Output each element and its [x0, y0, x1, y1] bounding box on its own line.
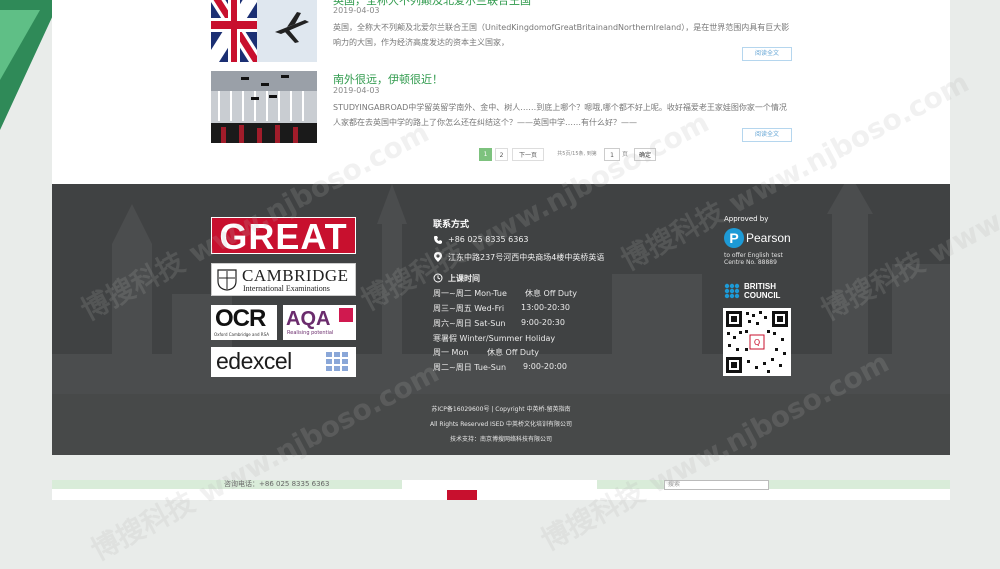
footer-copyright: All Rights Reserved ISED 中英桥文化培训有限公司: [430, 421, 572, 428]
svg-text:Q: Q: [754, 338, 760, 347]
graduation-caps-image: [211, 71, 317, 143]
site-logo[interactable]: [447, 490, 477, 500]
hours-title: 上课时间: [448, 274, 480, 283]
contact-title: 联系方式: [433, 220, 470, 230]
edexcel-grid-icon: [326, 352, 348, 371]
location-pin-icon: [434, 252, 442, 262]
next-page-button[interactable]: 下一页: [512, 148, 544, 161]
hours-day: 寒暑假 Winter/Summer Holiday: [433, 334, 556, 343]
edexcel-logo: edexcel: [211, 347, 356, 377]
approved-by-label: Approved by: [724, 215, 769, 223]
article-list-panel: 英国，全称大不列颠及北爱尔兰联合王国 2019-04-03 英国，全称大不列颠及…: [52, 0, 950, 184]
confirm-button[interactable]: 确定: [634, 148, 656, 161]
page-1-button[interactable]: 1: [479, 148, 492, 161]
article-date: 2019-04-03: [333, 6, 380, 15]
hours-time: 13:00-20:30: [521, 303, 570, 312]
aqa-logo-text: AQA: [286, 308, 331, 330]
contact-phone[interactable]: +86 025 8335 6363: [448, 235, 529, 244]
read-more-button[interactable]: 阅读全文: [742, 47, 792, 61]
article-title[interactable]: 南外很远，伊顿很近！: [333, 71, 443, 87]
article-summary: 英国，全称大不列颠及北爱尔兰联合王国（UnitedKingdomofGreatB…: [333, 23, 790, 47]
article-thumbnail[interactable]: [211, 0, 317, 62]
cambridge-logo: CAMBRIDGE International Examinations: [211, 263, 356, 296]
cambridge-crest-icon: [217, 269, 237, 291]
contact-section: 联系方式 +86 025 8335 6363 江东中路237号河西中央商场4楼中…: [433, 217, 673, 372]
hours-day: 周一 Mon: [433, 348, 469, 357]
read-more-button[interactable]: 阅读全文: [742, 128, 792, 142]
cambridge-logo-subtext: International Examinations: [243, 284, 330, 293]
wechat-qr-code[interactable]: Q: [723, 308, 791, 376]
light-green-corner-decoration: [0, 10, 40, 80]
british-council-text: BRITISH COUNCIL: [744, 282, 781, 300]
article-date: 2019-04-03: [333, 86, 380, 95]
header-bar-right: [597, 480, 950, 489]
great-britain-logo: GREAT: [211, 217, 356, 255]
aqa-logo-subtext: Realising potential: [287, 330, 334, 336]
pearson-p-icon: P: [724, 228, 744, 248]
page-unit-label: 页: [621, 151, 628, 158]
page-jump-input[interactable]: 1: [604, 148, 620, 161]
contact-address: 江东中路237号河西中央商场4楼中英桥英语: [448, 253, 605, 262]
hours-time: 休息 Off Duty: [487, 348, 539, 357]
search-input[interactable]: 搜索: [664, 480, 769, 490]
pearson-logo-text: Pearson: [746, 231, 791, 245]
article-thumbnail[interactable]: [211, 71, 317, 143]
union-jack-airplane-image: [211, 0, 317, 62]
british-council-logo: BRITISH COUNCIL: [724, 281, 804, 301]
next-screenshot-strip: 咨询电话：+86 025 8335 6363 搜索: [52, 480, 950, 500]
page-2-button[interactable]: 2: [495, 148, 508, 161]
aqa-logo: AQA Realising potential: [283, 305, 356, 340]
ocr-logo-text: OCR: [215, 305, 266, 332]
edexcel-logo-text: edexcel: [216, 348, 292, 374]
hours-day: 周二~周日 Tue-Sun: [433, 363, 507, 372]
hours-time: 9:00-20:30: [521, 318, 565, 327]
hours-time: 9:00-20:00: [523, 362, 567, 371]
cambridge-logo-text: CAMBRIDGE: [242, 266, 349, 285]
article-summary: STUDYINGABROAD中学留英留学南外、金中、树人……到底上哪个？嗯哦,哪…: [333, 103, 787, 127]
site-footer: GREAT CAMBRIDGE International Examinatio…: [52, 184, 950, 455]
hours-day: 周三~周五 Wed-Fri: [433, 304, 505, 313]
footer-tech-support[interactable]: 技术支持：南京博搜网络科技有限公司: [52, 434, 950, 443]
pearson-centre-note: to offer English test Centre No. 88889: [724, 252, 783, 266]
hours-day: 周一~周二 Mon-Tue: [433, 289, 507, 298]
hours-day: 周六~周日 Sat-Sun: [433, 319, 506, 328]
footer-icp: 苏ICP备16029600号 | Copyright 中英桥-留英指南: [431, 406, 571, 413]
ocr-logo-subtext: Oxford Cambridge and RSA: [214, 332, 269, 337]
hours-time: 休息 Off Duty: [525, 289, 577, 298]
page-info: 共5页/15条, 到第: [557, 151, 597, 157]
phone-icon: [434, 236, 442, 244]
british-council-dots-icon: [724, 283, 740, 299]
pearson-logo: P Pearson: [724, 228, 794, 248]
ocr-logo: OCR Oxford Cambridge and RSA: [211, 305, 277, 340]
aqa-mark-icon: [339, 308, 353, 322]
clock-icon: [433, 273, 443, 283]
header-phone: 咨询电话：+86 025 8335 6363: [224, 480, 330, 488]
